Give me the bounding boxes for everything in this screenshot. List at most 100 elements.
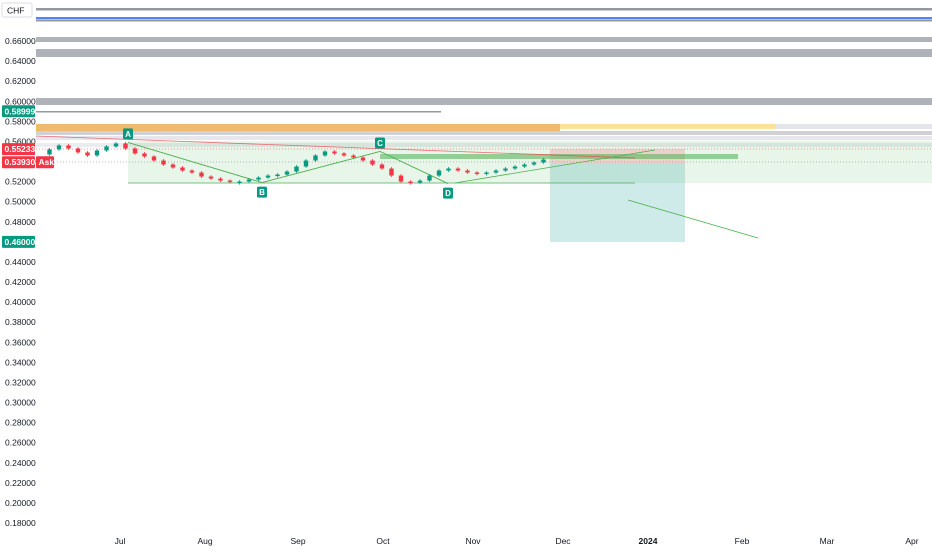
candle-body xyxy=(370,160,375,165)
ask-badge: Ask xyxy=(36,156,55,169)
zone-gray-066 xyxy=(36,37,932,42)
candle-body xyxy=(132,148,138,154)
y-tick-label: 0.28000 xyxy=(5,418,36,428)
candle-body xyxy=(427,175,432,181)
candle-body xyxy=(75,148,81,153)
candle-body xyxy=(284,171,290,175)
candle-body xyxy=(474,172,480,175)
y-tick-label: 0.32000 xyxy=(5,377,36,387)
y-tick-label: 0.48000 xyxy=(5,217,36,227)
candle-body xyxy=(398,175,404,182)
candle-body xyxy=(503,168,508,171)
candle-body xyxy=(313,155,318,161)
candle-body xyxy=(227,180,233,183)
candle-body xyxy=(417,180,423,183)
candle-body xyxy=(94,150,100,156)
x-tick-label: Aug xyxy=(197,536,212,546)
x-tick-label: Sep xyxy=(290,536,305,546)
candle-body xyxy=(142,153,147,157)
zone-green-bar xyxy=(380,154,738,159)
y-tick-label: 0.24000 xyxy=(5,458,36,468)
candle-body xyxy=(47,149,52,155)
zone-lightgray-056 xyxy=(36,136,932,140)
price-chart[interactable]: A B C D 0.66000 0.64000 0.62000 0.60000 0.58000… xyxy=(0,0,932,550)
zone-gray-064 xyxy=(36,49,932,57)
candle-body xyxy=(446,168,451,171)
x-tick-label: 2024 xyxy=(639,536,658,546)
price-badge: 0.46000 xyxy=(2,235,35,248)
y-tick-label: 0.50000 xyxy=(5,197,36,207)
price-badge: 0.53930 xyxy=(2,156,36,169)
candle-body xyxy=(493,170,499,173)
candle-body xyxy=(455,168,461,171)
y-tick-label: 0.36000 xyxy=(5,337,36,347)
candle-body xyxy=(379,164,385,169)
pattern-point-c: C xyxy=(375,137,385,149)
candle-body xyxy=(541,159,546,163)
candle-body xyxy=(85,152,90,156)
y-tick-label: 0.58000 xyxy=(5,116,36,126)
candle-body xyxy=(465,170,470,173)
x-tick-label: Mar xyxy=(820,536,835,546)
chart-area[interactable]: A B C D 0.66000 0.64000 0.62000 0.60000 0.58000… xyxy=(0,0,932,550)
candle-body xyxy=(389,168,394,176)
y-tick-label: 0.30000 xyxy=(5,398,36,408)
y-tick-label: 0.60000 xyxy=(5,96,36,106)
y-tick-label: 0.38000 xyxy=(5,317,36,327)
x-tick-label: Feb xyxy=(735,536,750,546)
x-tick-label: Nov xyxy=(465,536,481,546)
candle-body xyxy=(303,160,309,167)
candle-body xyxy=(332,151,337,154)
candle-body xyxy=(522,164,527,167)
pattern-point-label: C xyxy=(377,139,383,148)
candle-body xyxy=(161,160,166,165)
currency-label: CHF xyxy=(7,6,24,16)
ask-badge-label: Ask xyxy=(39,157,55,167)
currency-selector[interactable]: CHF xyxy=(1,2,33,18)
y-tick-label: 0.34000 xyxy=(5,357,36,367)
candle-body xyxy=(294,166,299,172)
x-tick-label: Apr xyxy=(905,536,918,546)
zone-gray-057 xyxy=(36,131,932,135)
zone-green-range xyxy=(127,140,932,184)
candle-body xyxy=(341,153,347,156)
candle-body xyxy=(113,143,119,147)
candle-body xyxy=(531,162,537,165)
candle-body xyxy=(170,164,176,168)
pattern-point-d: D xyxy=(443,187,453,199)
candle-body xyxy=(484,172,489,175)
zone-blue-line xyxy=(36,17,932,20)
pattern-point-a: A xyxy=(123,128,133,140)
candle xyxy=(389,167,394,178)
zone-gray-line xyxy=(36,20,932,22)
pattern-point-label: A xyxy=(125,130,131,139)
candle-body xyxy=(322,151,328,156)
y-tick-label: 0.40000 xyxy=(5,297,36,307)
candle-body xyxy=(265,175,271,178)
zone-gray-060 xyxy=(36,98,932,105)
price-badge: 0.55233 xyxy=(2,143,35,156)
y-tick-label: 0.22000 xyxy=(5,478,36,488)
y-tick-label: 0.64000 xyxy=(5,56,36,66)
target-box xyxy=(550,163,685,242)
candle-body xyxy=(512,166,518,169)
chart-background xyxy=(0,0,932,550)
pattern-point-label: B xyxy=(259,188,265,197)
x-tick-label: Dec xyxy=(555,536,571,546)
candle-body xyxy=(56,145,62,150)
candle-body xyxy=(151,156,157,161)
candle-body xyxy=(256,177,261,180)
y-tick-label: 0.20000 xyxy=(5,498,36,508)
y-tick-label: 0.66000 xyxy=(5,36,36,46)
candle-body xyxy=(123,143,128,149)
y-tick-label: 0.62000 xyxy=(5,76,36,86)
zone-orange xyxy=(36,124,560,131)
y-tick-label: 0.44000 xyxy=(5,257,36,267)
y-tick-label: 0.42000 xyxy=(5,277,36,287)
price-badge-label: 0.53930 xyxy=(5,157,36,167)
candle-body xyxy=(360,157,366,161)
candle-body xyxy=(208,176,214,179)
candle-body xyxy=(408,181,413,184)
pattern-point-b: B xyxy=(257,186,267,198)
zone-yellow xyxy=(560,124,776,129)
